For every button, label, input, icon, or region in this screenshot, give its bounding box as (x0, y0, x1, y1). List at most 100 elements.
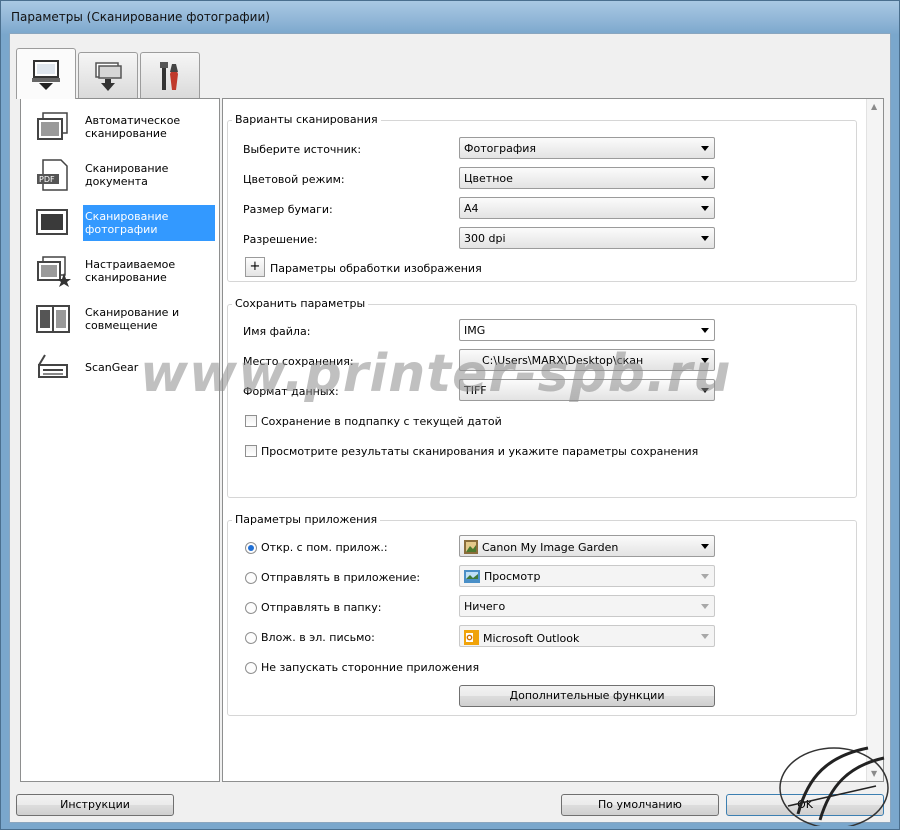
open-with-app-label: Откр. с пом. прилож.: (261, 541, 388, 554)
resolution-label: Разрешение: (243, 233, 318, 246)
photo-scan-icon (36, 209, 68, 235)
chevron-down-icon (701, 544, 709, 549)
source-label: Выберите источник: (243, 143, 362, 156)
send-to-folder-select[interactable]: Ничего (459, 595, 715, 617)
scan-from-computer-icon (32, 60, 60, 90)
preview-app-icon (464, 570, 480, 583)
color-mode-value: Цветное (464, 172, 513, 185)
group-title: Варианты сканирования (232, 113, 381, 126)
radio-no-launch[interactable] (245, 662, 257, 674)
color-mode-select[interactable]: Цветное (459, 167, 715, 189)
chevron-down-icon (701, 634, 709, 639)
ok-button[interactable]: OK (726, 794, 884, 816)
subfolder-checkbox[interactable] (245, 415, 257, 427)
vertical-scrollbar[interactable]: ▲ ▼ (866, 99, 883, 781)
filename-label: Имя файла: (243, 325, 311, 338)
stitch-scan-icon (36, 305, 70, 333)
resolution-select[interactable]: 300 dpi (459, 227, 715, 249)
more-functions-button[interactable]: Дополнительные функции (459, 685, 715, 707)
save-location-label: Место сохранения: (243, 355, 354, 368)
scan-options-group: Варианты сканирования Выберите источник:… (227, 113, 857, 282)
radio-attach-email[interactable] (245, 632, 257, 644)
dialog-client: Автоматическое сканирование PDF Сканиров… (9, 33, 891, 823)
paper-size-label: Размер бумаги: (243, 203, 333, 216)
radio-send-to-app[interactable] (245, 572, 257, 584)
auto-scan-icon (37, 112, 68, 140)
paper-size-value: A4 (464, 202, 479, 215)
instructions-button[interactable]: Инструкции (16, 794, 174, 816)
chevron-down-icon (701, 236, 709, 241)
nav-item-label: Сканирование документа (85, 162, 169, 188)
nav-item-label: Настраиваемое сканирование (85, 258, 176, 284)
settings-window: Параметры (Сканирование фотографии) Авто… (0, 0, 900, 830)
scangear-icon (38, 354, 68, 378)
radio-send-to-folder[interactable] (245, 602, 257, 614)
attach-email-select[interactable]: Microsoft Outlook (459, 625, 715, 647)
expand-image-processing-button[interactable]: + (245, 257, 265, 277)
window-title: Параметры (Сканирование фотографии) (11, 10, 270, 24)
nav-item-label: Сканирование фотографии (83, 205, 215, 241)
app-settings-group: Параметры приложения Откр. с пом. прилож… (227, 513, 857, 716)
general-settings-icon (160, 61, 178, 90)
data-format-value: TIFF (464, 384, 487, 397)
send-to-folder-value: Ничего (464, 600, 506, 613)
nav-item-photo-scan[interactable]: Сканирование фотографии (21, 199, 219, 247)
subfolder-label: Сохранение в подпапку с текущей датой (261, 415, 502, 428)
review-checkbox[interactable] (245, 445, 257, 457)
chevron-down-icon (701, 146, 709, 151)
svg-text:PDF: PDF (39, 175, 55, 184)
filename-value: IMG (464, 324, 486, 337)
nav-item-stitch-scan[interactable]: Сканирование и совмещение (21, 295, 219, 343)
scroll-down-icon[interactable]: ▼ (871, 769, 877, 778)
nav-item-label: ScanGear (85, 360, 139, 374)
send-to-app-label: Отправлять в приложение: (261, 571, 421, 584)
nav-item-label: Автоматическое сканирование (85, 114, 181, 140)
no-launch-label: Не запускать сторонние приложения (261, 661, 480, 674)
resolution-value: 300 dpi (464, 232, 506, 245)
tab-general-settings[interactable] (140, 52, 200, 98)
scan-from-panel-icon (95, 61, 122, 91)
attach-email-value: Microsoft Outlook (483, 632, 580, 645)
nav-item-label: Сканирование и совмещение (85, 306, 180, 332)
paper-size-select[interactable]: A4 (459, 197, 715, 219)
chevron-down-icon (701, 574, 709, 579)
attach-email-label: Влож. в эл. письмо: (261, 631, 375, 644)
nav-item-document-scan[interactable]: PDF Сканирование документа (21, 151, 219, 199)
send-to-app-select[interactable]: Просмотр (459, 565, 715, 587)
color-mode-label: Цветовой режим: (243, 173, 345, 186)
radio-open-with-app[interactable] (245, 542, 257, 554)
source-select-value: Фотография (464, 142, 537, 155)
chevron-down-icon (701, 358, 709, 363)
nav-item-custom-scan[interactable]: Настраиваемое сканирование (21, 247, 219, 295)
settings-panel: ▲ ▼ Варианты сканирования Выберите источ… (222, 98, 884, 782)
chevron-down-icon (701, 328, 709, 333)
save-location-value: C:\Users\MARX\Desktop\скан (482, 354, 644, 367)
group-title: Параметры приложения (232, 513, 381, 526)
source-select[interactable]: Фотография (459, 137, 715, 159)
save-settings-group: Сохранить параметры Имя файла: IMG Место… (227, 297, 857, 498)
chevron-down-icon (701, 176, 709, 181)
scan-type-nav: Автоматическое сканирование PDF Сканиров… (20, 98, 220, 782)
save-location-select[interactable]: C:\Users\MARX\Desktop\скан (459, 349, 715, 371)
scroll-up-icon[interactable]: ▲ (871, 102, 877, 111)
open-with-app-select[interactable]: Canon My Image Garden (459, 535, 715, 557)
image-garden-icon (464, 540, 478, 554)
filename-combo[interactable]: IMG (459, 319, 715, 341)
send-to-app-value: Просмотр (484, 570, 541, 583)
group-title: Сохранить параметры (232, 297, 369, 310)
outlook-icon (464, 630, 479, 645)
defaults-button[interactable]: По умолчанию (561, 794, 719, 816)
open-with-app-value: Canon My Image Garden (482, 541, 619, 554)
tab-scan-from-computer[interactable] (16, 48, 76, 99)
data-format-select[interactable]: TIFF (459, 379, 715, 401)
chevron-down-icon (701, 388, 709, 393)
chevron-down-icon (701, 604, 709, 609)
tab-scan-from-panel[interactable] (78, 52, 138, 98)
nav-item-auto-scan[interactable]: Автоматическое сканирование (21, 103, 219, 151)
image-processing-label: Параметры обработки изображения (270, 262, 482, 275)
nav-item-scangear[interactable]: ScanGear (21, 343, 219, 391)
send-to-folder-label: Отправлять в папку: (261, 601, 382, 614)
chevron-down-icon (701, 206, 709, 211)
data-format-label: Формат данных: (243, 385, 339, 398)
custom-scan-icon (37, 256, 71, 287)
